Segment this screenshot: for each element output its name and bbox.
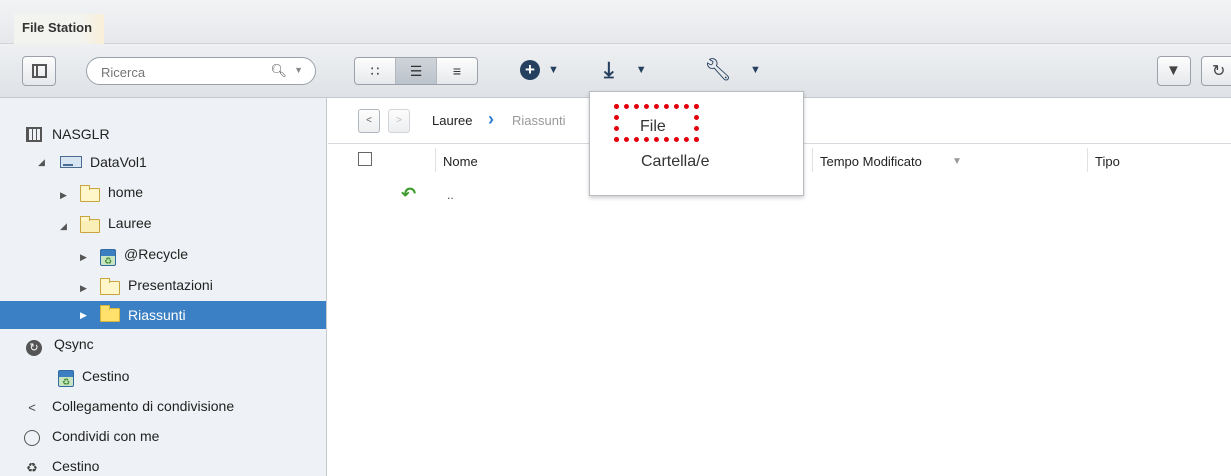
title-bar: File Station [0,0,1231,44]
sidebar-item-label: Qsync [54,336,94,352]
sidebar-item-label: Lauree [108,215,152,231]
qsync-icon: ↻ [26,340,42,356]
list-view-button[interactable]: ☰ [396,58,437,84]
sidebar-item-share-link[interactable]: < Collegamento di condivisione [24,394,234,422]
sidebar-item-label: Cestino [52,458,100,474]
column-divider [1087,148,1088,172]
breadcrumb-separator-icon: › [488,109,494,129]
open-folder-icon [80,216,100,233]
shared-with-me-icon [24,430,40,446]
sidebar-item-label: Condividi con me [52,428,160,444]
app-title: File Station [14,14,105,44]
sidebar-item-datavol1[interactable]: ◢ DataVol1 [38,148,147,176]
create-button[interactable]: + ▼ [520,56,559,84]
recycle-icon: ♻ [26,460,38,475]
sidebar-item-label: Presentazioni [128,277,213,293]
sidebar-item-label: home [108,184,144,200]
sidebar-item-riassunti[interactable]: ▶ Riassunti [0,301,326,329]
sidebar-item-label: Riassunti [128,307,186,323]
collapsed-icon[interactable]: ▶ [80,310,92,321]
column-divider [435,148,436,172]
forward-button[interactable]: > [388,109,410,133]
upload-button[interactable]: ⤓ ▼ [604,56,647,84]
collapsed-icon[interactable]: ▶ [60,190,72,201]
upload-dropdown-menu: File Cartella/e [589,91,804,196]
plus-circle-icon: + [520,60,540,80]
select-all-checkbox[interactable] [358,152,372,166]
menu-item-label: Cartella/e [641,153,710,170]
nas-icon [26,126,42,142]
detail-view-button[interactable]: ≡ [437,58,477,84]
share-link-icon: < [28,400,36,415]
breadcrumb-current: Riassunti [512,113,566,128]
sidebar-item-label: @Recycle [124,246,189,262]
chevron-down-icon: ▼ [548,64,559,76]
refresh-button[interactable]: ↻ [1201,56,1231,86]
collapsed-icon[interactable]: ▶ [80,252,92,263]
sidebar: NASGLR ◢ DataVol1 ▶ home ◢ Lauree ▶ ♻ @R… [0,98,327,476]
expanded-icon[interactable]: ◢ [38,157,50,168]
folder-icon [100,305,120,322]
sidebar-item-home[interactable]: ▶ home [60,181,143,209]
sidebar-toggle-icon [32,64,47,78]
upload-icon: ⤓ [604,57,614,82]
search-box[interactable]: 🔍︎ ▼ [86,57,316,85]
column-type[interactable]: Tipo [1095,154,1120,169]
chevron-down-icon: ▼ [635,64,647,76]
sort-caret-icon[interactable]: ▼ [952,156,962,167]
back-button[interactable]: < [358,109,380,133]
search-icon[interactable]: 🔍︎ [270,63,287,79]
sidebar-item-presentazioni[interactable]: ▶ Presentazioni [80,274,213,302]
menu-item-folder[interactable]: Cartella/e [590,147,805,177]
sidebar-item-label: Cestino [82,368,130,384]
search-options-icon[interactable]: ▼ [294,65,303,75]
recycle-bin-icon: ♻ [58,369,74,387]
sidebar-item-lauree[interactable]: ◢ Lauree [60,212,152,240]
view-mode-group: ∷ ☰ ≡ [354,57,478,85]
filter-button[interactable]: ▼ [1157,56,1191,86]
toolbar: 🔍︎ ▼ ∷ ☰ ≡ + ▼ ⤓ ▼ 🔧︎ ▼ ▼ ↻ [0,44,1231,98]
sidebar-toggle-button[interactable] [22,56,56,86]
sidebar-item-shared-with-me[interactable]: Condividi con me [24,424,159,452]
folder-icon [100,278,120,295]
sidebar-item-label: Collegamento di condivisione [52,398,235,414]
column-divider [812,148,813,172]
column-name[interactable]: Nome [443,154,478,169]
sidebar-item-label: DataVol1 [90,154,147,170]
parent-folder-icon: ↶ [401,184,417,204]
highlight-annotation [614,104,699,142]
sidebar-item-qsync[interactable]: ↻ Qsync [26,334,94,362]
breadcrumb-parent[interactable]: Lauree [432,113,472,128]
folder-icon [80,185,100,202]
column-modified[interactable]: Tempo Modificato [820,154,922,169]
search-input[interactable] [101,63,271,81]
recycle-bin-icon: ♻ [100,248,116,266]
sidebar-item-label: NASGLR [52,126,110,142]
thumbnail-view-button[interactable]: ∷ [355,58,396,84]
sidebar-item-cestino[interactable]: ♻ Cestino [24,454,99,476]
drive-icon [60,156,82,168]
refresh-icon: ↻ [1212,63,1226,80]
collapsed-icon[interactable]: ▶ [80,283,92,294]
tools-button[interactable]: 🔧︎ ▼ [704,56,761,84]
sidebar-item-recycle[interactable]: ▶ ♻ @Recycle [80,243,188,271]
sidebar-item-nasglr[interactable]: NASGLR [26,120,110,148]
sidebar-item-cestino-qsync[interactable]: ♻ Cestino [58,364,129,392]
chevron-down-icon: ▼ [749,64,761,76]
filter-icon: ▼ [1166,62,1181,79]
wrench-icon: 🔧︎ [704,57,732,82]
expanded-icon[interactable]: ◢ [60,221,72,232]
row-name: .. [447,188,454,202]
